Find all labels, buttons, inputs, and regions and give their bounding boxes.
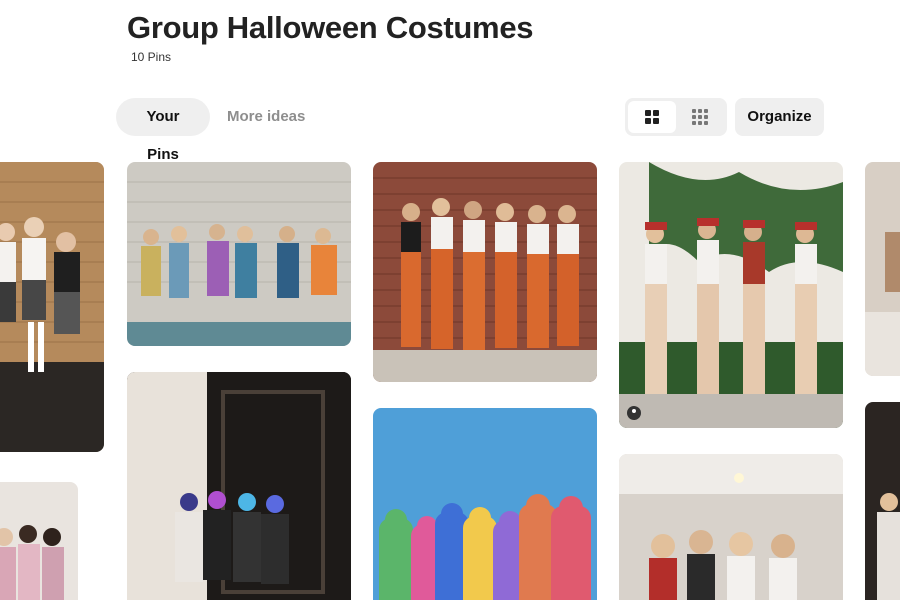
pin-pokemon-trainer-costumes[interactable]: [619, 162, 843, 428]
pin-partial-right-top[interactable]: [865, 162, 900, 376]
pin-count: 10 Pins: [131, 50, 172, 64]
organize-button[interactable]: Organize: [735, 98, 824, 136]
pin-pink-costumes[interactable]: [0, 482, 78, 600]
grid-view-icon: [645, 110, 659, 124]
pin-image: [0, 482, 78, 600]
compact-grid-view-icon: [692, 109, 708, 125]
compact-grid-view-button[interactable]: [676, 101, 724, 133]
pin-inmate-costumes[interactable]: [373, 162, 597, 382]
pin-source-badge-icon: [627, 406, 641, 420]
pin-image: [865, 162, 900, 376]
view-toggle: [625, 98, 727, 136]
pin-image: [619, 162, 843, 428]
pin-image: [0, 162, 104, 452]
pin-care-bears-costumes[interactable]: [373, 408, 597, 600]
tab-your-pins[interactable]: Your Pins: [116, 98, 210, 163]
pin-angel-devil-costumes[interactable]: [619, 454, 843, 600]
pin-purge-mask-costumes[interactable]: [127, 372, 351, 600]
grid-view-button[interactable]: [628, 101, 676, 133]
pin-image: [127, 372, 351, 600]
board-title: Group Halloween Costumes: [127, 10, 534, 45]
pin-image: [373, 408, 597, 600]
pin-image: [865, 402, 900, 600]
tab-more-ideas[interactable]: More ideas: [212, 98, 320, 136]
pin-image: [127, 162, 351, 346]
pin-80s-costumes[interactable]: [127, 162, 351, 346]
pin-partial-right-bottom[interactable]: [865, 402, 900, 600]
pin-image: [373, 162, 597, 382]
pin-image: [619, 454, 843, 600]
pin-schoolgirl-costumes[interactable]: [0, 162, 104, 452]
